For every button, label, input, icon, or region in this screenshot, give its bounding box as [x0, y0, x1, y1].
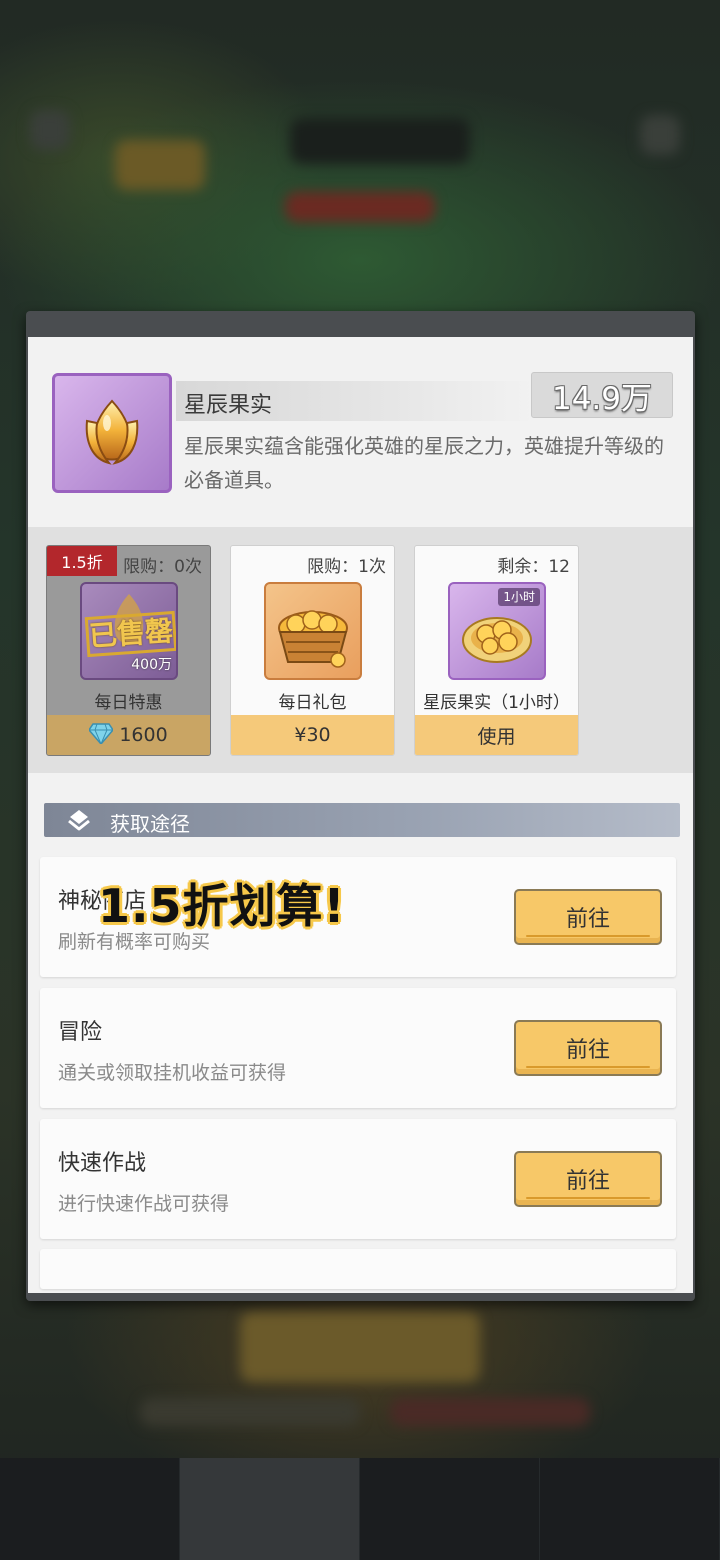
sold-out-stamp: 已售罄 [84, 610, 176, 658]
offer-daily-deal[interactable]: 1.5折 限购：0次 已售罄 400万 每日特惠 1600 [46, 545, 211, 756]
item-info-dialog: 星辰果实 14.9万 星辰果实蕴含能强化英雄的星辰之力，英雄提升等级的必备道具。… [26, 311, 695, 1301]
bg-main-button [240, 1312, 480, 1382]
item-header: 星辰果实 14.9万 星辰果实蕴含能强化英雄的星辰之力，英雄提升等级的必备道具。 [28, 337, 693, 527]
item-name: 星辰果实 [184, 393, 273, 418]
offer-price-button[interactable]: ¥30 [231, 715, 394, 755]
use-button[interactable]: 使用 [415, 715, 578, 755]
source-desc: 进行快速作战可获得 [58, 1193, 230, 1215]
offers-row: 1.5折 限购：0次 已售罄 400万 每日特惠 1600 限购：1次 每日礼包… [28, 527, 693, 773]
nav-tab-4[interactable] [540, 1458, 720, 1560]
go-button[interactable]: 前往 [514, 1151, 662, 1207]
offer-daily-pack[interactable]: 限购：1次 每日礼包 ¥30 [230, 545, 395, 756]
dialog-body: 星辰果实 14.9万 星辰果实蕴含能强化英雄的星辰之力，英雄提升等级的必备道具。… [28, 337, 693, 1293]
bg-logo [115, 140, 205, 190]
promo-overlay-text: 1.5折划算! [98, 879, 346, 933]
offer-1h-fruit[interactable]: 剩余：12 1小时 星辰果实（1小时） 使用 [414, 545, 579, 756]
offer-label: 每日礼包 [278, 693, 347, 713]
source-row-partial [40, 1249, 676, 1289]
offer-limit: 限购：0次 [123, 557, 202, 577]
bg-icon-a [30, 110, 70, 150]
tulip-fruit-icon [52, 373, 172, 493]
bundle-amount: 400万 [131, 657, 172, 673]
source-title: 冒险 [58, 1020, 103, 1045]
bg-icon-b [640, 115, 680, 155]
offer-label: 每日特惠 [94, 693, 163, 713]
bg-subtitle [285, 192, 435, 222]
go-button[interactable]: 前往 [514, 1020, 662, 1076]
sold-out-item-thumb: 已售罄 400万 [80, 582, 178, 680]
offer-price-button[interactable]: 1600 [47, 715, 210, 755]
nav-tab-1[interactable] [0, 1458, 180, 1560]
source-desc: 通关或领取挂机收益可获得 [58, 1062, 287, 1084]
go-button[interactable]: 前往 [514, 889, 662, 945]
time-tag: 1小时 [498, 588, 540, 606]
source-row-adventure: 冒险 通关或领取挂机收益可获得 前往 [40, 988, 676, 1108]
source-row-quick-battle: 快速作战 进行快速作战可获得 前往 [40, 1119, 676, 1239]
source-title: 快速作战 [58, 1151, 147, 1176]
sources-title: 获取途径 [110, 812, 190, 836]
discount-tag: 1.5折 [47, 546, 117, 576]
offer-label: 星辰果实（1小时） [423, 693, 570, 713]
bg-text-a [140, 1398, 360, 1426]
chevron-down-icon [66, 808, 92, 836]
offer-price-value: 1600 [119, 724, 168, 746]
nav-tab-2[interactable] [180, 1458, 360, 1560]
item-count: 14.9万 [531, 372, 673, 418]
bg-text-b [390, 1398, 590, 1426]
fruit-basket-icon [264, 582, 362, 680]
diamond-icon [88, 722, 115, 749]
offer-remaining: 剩余：12 [497, 557, 570, 577]
nav-tab-3[interactable] [360, 1458, 540, 1560]
sources-section-header: 获取途径 [44, 803, 680, 837]
fruit-plate-icon: 1小时 [448, 582, 546, 680]
bottom-nav-bar [0, 1458, 720, 1560]
bg-title-bar [290, 118, 470, 164]
item-description: 星辰果实蕴含能强化英雄的星辰之力，英雄提升等级的必备道具。 [184, 434, 664, 492]
offer-limit: 限购：1次 [307, 557, 386, 577]
